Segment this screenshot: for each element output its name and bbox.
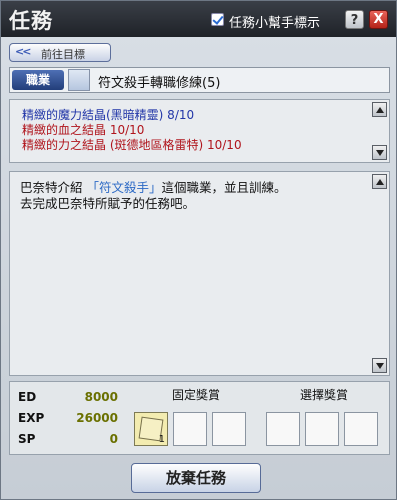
description-scroll-down[interactable] bbox=[372, 358, 387, 373]
description-text: 去完成巴奈特所賦予的任務吧。 bbox=[20, 196, 196, 211]
goto-target-button[interactable]: << 前往目標 bbox=[9, 43, 111, 62]
exp-label: EXP bbox=[18, 411, 45, 425]
sp-label: SP bbox=[18, 432, 36, 446]
quest-description: 巴奈特介紹 「符文殺手」這個職業，並且訓練。 去完成巴奈特所賦予的任務吧。 bbox=[20, 180, 360, 212]
objectives-scroll-up[interactable] bbox=[372, 102, 387, 117]
ed-label: ED bbox=[18, 390, 37, 404]
sp-value: 0 bbox=[109, 432, 118, 446]
quest-window: 任務 任務小幫手標示 ? X << 前往目標 職業 符文殺手轉職修練(5) 精緻… bbox=[0, 0, 397, 500]
helper-label: 任務小幫手標示 bbox=[229, 16, 321, 31]
quest-category-badge: 職業 bbox=[12, 70, 64, 90]
description-text: 這個職業，並且訓練。 bbox=[161, 180, 287, 195]
fixed-reward-slot[interactable]: 1 bbox=[134, 412, 168, 446]
highlighted-job-name: 「符文殺手」 bbox=[86, 180, 162, 195]
choice-reward-label: 選擇獎賞 bbox=[300, 388, 349, 402]
rewards-panel: ED 8000 EXP 26000 SP 0 固定獎賞 選擇獎賞 1 bbox=[9, 381, 390, 455]
description-scroll-up[interactable] bbox=[372, 174, 387, 189]
item-quantity: 1 bbox=[158, 434, 165, 445]
choice-reward-slot[interactable] bbox=[344, 412, 378, 446]
close-button[interactable]: X bbox=[369, 10, 388, 29]
quest-title: 符文殺手轉職修練(5) bbox=[98, 76, 221, 91]
quest-header: 職業 符文殺手轉職修練(5) bbox=[9, 67, 390, 93]
help-button[interactable]: ? bbox=[345, 10, 364, 29]
choice-reward-slot[interactable] bbox=[305, 412, 339, 446]
ed-value: 8000 bbox=[84, 390, 118, 404]
window-title: 任務 bbox=[9, 9, 53, 33]
choice-reward-slot[interactable] bbox=[266, 412, 300, 446]
fixed-reward-slot[interactable] bbox=[212, 412, 246, 446]
objective-item: 精緻的力之結晶 (斑德地區格雷特) 10/10 bbox=[22, 138, 242, 152]
title-bar: 任務 任務小幫手標示 ? X bbox=[1, 1, 396, 37]
fixed-reward-slot[interactable] bbox=[173, 412, 207, 446]
double-left-arrow-icon: << bbox=[15, 45, 32, 58]
description-text: 巴奈特介紹 bbox=[20, 180, 87, 195]
objectives-scroll-down[interactable] bbox=[372, 145, 387, 160]
npc-avatar-icon bbox=[68, 69, 90, 91]
fixed-reward-label: 固定獎賞 bbox=[172, 388, 221, 402]
exp-value: 26000 bbox=[76, 411, 118, 425]
objectives-panel: 精緻的魔力結晶(黑暗精靈) 8/10 精緻的血之結晶 10/10 精緻的力之結晶… bbox=[9, 99, 390, 163]
abandon-quest-button[interactable]: 放棄任務 bbox=[131, 463, 261, 493]
helper-checkbox[interactable] bbox=[211, 13, 224, 26]
goto-target-label: 前往目標 bbox=[41, 48, 85, 61]
description-panel: 巴奈特介紹 「符文殺手」這個職業，並且訓練。 去完成巴奈特所賦予的任務吧。 bbox=[9, 171, 390, 376]
